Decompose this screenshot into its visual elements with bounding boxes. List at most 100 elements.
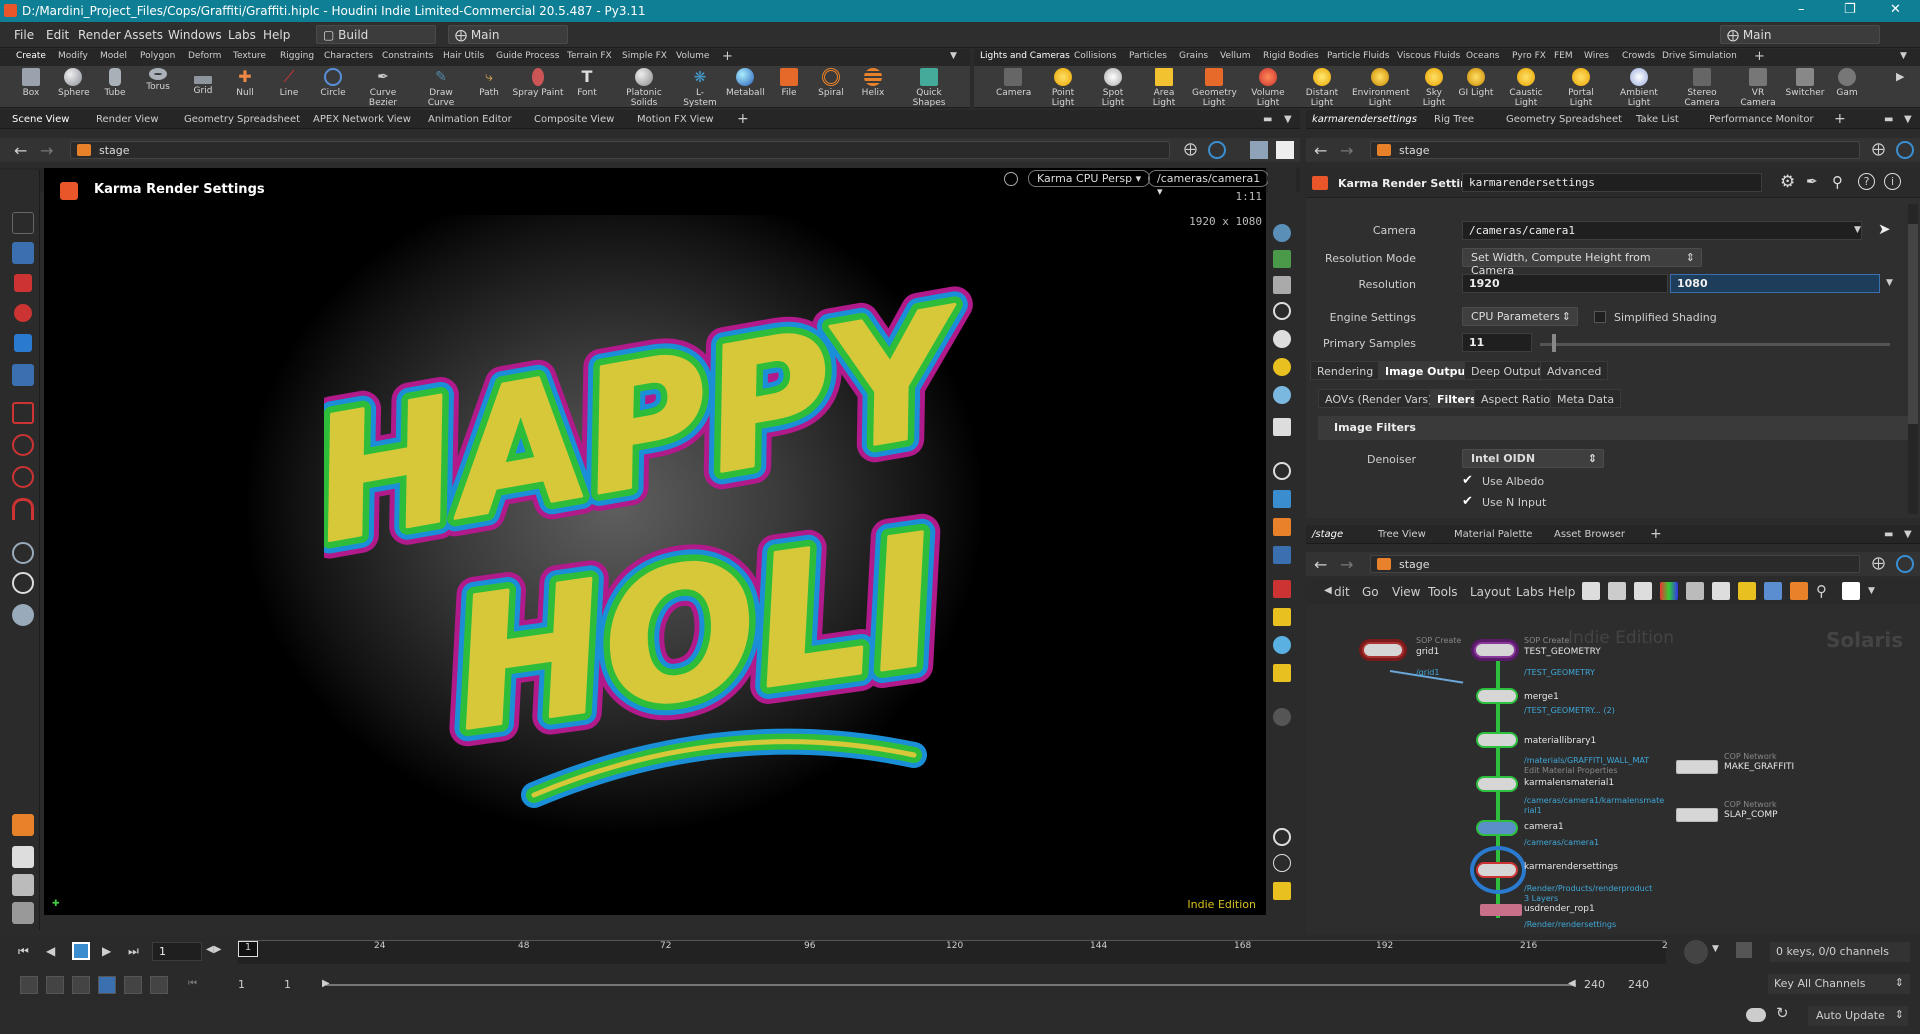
snap-range-icon[interactable] — [20, 976, 38, 994]
platonic-solids-tool[interactable]: Platonic Solids — [612, 68, 676, 108]
network-menu-labs[interactable]: Labs — [1516, 585, 1544, 599]
select-tool-icon[interactable] — [12, 212, 34, 234]
rotate-tool-icon[interactable] — [14, 304, 32, 322]
current-frame-field[interactable]: 1 — [152, 942, 202, 961]
scale-tool-icon[interactable] — [14, 334, 32, 352]
camera-dropdown-icon[interactable]: ▼ — [1854, 225, 1861, 235]
engine-settings-dropdown[interactable]: CPU Parameters ⇕ — [1462, 307, 1578, 326]
menu-windows[interactable]: Windows — [168, 28, 222, 42]
shelf-tab[interactable]: Particle Fluids — [1327, 51, 1389, 61]
shelf-tab[interactable]: Grains — [1179, 51, 1208, 61]
close-icon[interactable]: ✕ — [1890, 2, 1901, 17]
renderer-dropdown[interactable]: Karma CPU Persp ▾ — [1028, 170, 1151, 187]
volume-light-tool[interactable]: Volume Light — [1242, 68, 1294, 108]
network-box-icon[interactable] — [1764, 582, 1782, 600]
stop-button[interactable] — [72, 942, 90, 960]
path-tool[interactable]: ⤷ Path — [476, 68, 502, 98]
camera-tool[interactable]: Camera — [996, 68, 1031, 98]
parm-gear-icon[interactable]: ⚙ — [1780, 172, 1795, 192]
node-camera1[interactable] — [1476, 820, 1518, 836]
ambient-light-tool[interactable]: Ambient Light — [1610, 68, 1668, 108]
tab-geometry-spreadsheet-right[interactable]: Geometry Spreadsheet — [1506, 114, 1622, 125]
simplified-shading-checkbox[interactable] — [1594, 311, 1606, 323]
tab-advanced[interactable]: Advanced — [1540, 361, 1609, 380]
snapshot-tool-icon[interactable] — [1273, 518, 1291, 536]
shelf-tab[interactable]: Oceans — [1466, 51, 1499, 61]
menu-edit[interactable]: Edit — [46, 28, 69, 42]
environment-light-tool[interactable]: Environment Light — [1352, 68, 1409, 108]
network-menu-scroll-icon[interactable]: ◀ — [1324, 585, 1332, 596]
camera-pick-icon[interactable]: ➤ — [1878, 220, 1891, 238]
auto-update-dropdown[interactable]: Auto Update ⇕ — [1808, 1006, 1908, 1026]
wrench-icon[interactable] — [1582, 582, 1600, 600]
sky-light-tool[interactable]: Sky Light — [1414, 68, 1454, 108]
sun-icon[interactable] — [1273, 664, 1291, 682]
magnet-tool-icon[interactable] — [12, 466, 34, 488]
tube-tool[interactable]: Tube — [102, 68, 128, 98]
shelf-tab[interactable]: Model — [100, 51, 127, 61]
shelf-tab[interactable]: Wires — [1584, 51, 1609, 61]
shelf-tab[interactable]: Create — [16, 51, 46, 61]
visibility-icon[interactable] — [1273, 462, 1291, 480]
add-shelf-tab-icon[interactable]: + — [1754, 49, 1765, 64]
shelf-menu-icon[interactable]: ▼ — [1900, 51, 1907, 61]
resolution-preset-icon[interactable]: ▼ — [1886, 278, 1893, 288]
parm-info-icon[interactable]: i — [1884, 173, 1901, 190]
node-test-geometry[interactable] — [1474, 642, 1516, 658]
primary-samples-handle[interactable] — [1552, 334, 1556, 352]
shelf-tab[interactable]: Hair Utils — [443, 51, 484, 61]
menu-assets[interactable]: Assets — [124, 28, 163, 42]
circle-tool[interactable]: Circle — [318, 68, 348, 98]
shelf-tab[interactable]: Rigid Bodies — [1263, 51, 1319, 61]
shelf-tab[interactable]: Drive Simulation — [1662, 51, 1737, 61]
tab-tree-view[interactable]: Tree View — [1378, 529, 1426, 540]
quick-shapes-tool[interactable]: Quick Shapes — [900, 68, 958, 108]
light-bulb-icon[interactable] — [1273, 358, 1291, 376]
tab-asset-browser[interactable]: Asset Browser — [1554, 529, 1625, 540]
add-pane-tab-icon[interactable]: + — [1650, 526, 1662, 542]
color-palette-icon[interactable] — [1660, 582, 1678, 600]
node-karmalensmaterial1[interactable] — [1476, 776, 1518, 792]
sphere-view-icon[interactable] — [1273, 708, 1291, 726]
tab-render-view[interactable]: Render View — [96, 114, 159, 125]
right-layout-dropdown[interactable]: ⨁ Main — [1720, 25, 1880, 44]
switcher-tool[interactable]: Switcher — [1784, 68, 1826, 98]
pane-maximize-icon[interactable]: ▬ — [1884, 114, 1893, 125]
minimize-icon[interactable]: – — [1798, 2, 1805, 17]
parm-search-icon[interactable]: ⚲ — [1832, 173, 1843, 191]
torus-tool[interactable]: Torus — [144, 68, 172, 92]
audio-icon[interactable] — [46, 976, 64, 994]
back-arrow-icon[interactable]: ← — [14, 141, 27, 160]
tab-apex-network-view[interactable]: APEX Network View — [313, 114, 411, 125]
spot-light-tool[interactable]: Spot Light — [1092, 68, 1134, 108]
menu-file[interactable]: File — [14, 28, 34, 42]
shelf-tab[interactable]: Guide Process — [496, 51, 559, 61]
gi-light-tool[interactable]: GI Light — [1458, 68, 1494, 98]
range-start-field[interactable]: 1 — [238, 978, 245, 991]
network-menu-edit[interactable]: dit — [1334, 585, 1350, 599]
node-name-field[interactable]: karmarendersettings — [1462, 173, 1762, 192]
camera-field[interactable]: /cameras/camera1 — [1462, 221, 1862, 240]
node-karmarendersettings[interactable] — [1476, 862, 1518, 878]
node-merge1[interactable] — [1476, 688, 1518, 704]
line-tool[interactable]: ⟋ Line — [276, 68, 302, 99]
cube-view-icon[interactable] — [1250, 141, 1268, 159]
display-options-icon[interactable] — [1273, 224, 1291, 242]
close-view-icon[interactable] — [1273, 302, 1291, 320]
shelf-tab[interactable]: Viscous Fluids — [1397, 51, 1460, 61]
realtime-icon[interactable] — [98, 976, 116, 994]
paint-tool-icon[interactable] — [12, 846, 34, 868]
shelf-tab[interactable]: Texture — [233, 51, 266, 61]
node-grid1[interactable] — [1362, 642, 1404, 658]
shelf-tab[interactable]: Lights and Cameras — [980, 51, 1070, 61]
network-search-icon[interactable]: ⚲ — [1816, 582, 1827, 600]
key-menu-icon[interactable]: ▼ — [1712, 944, 1719, 954]
tab-deep-output[interactable]: Deep Output — [1464, 361, 1549, 380]
step-back-icon[interactable]: ◀ — [46, 944, 55, 958]
forward-arrow-icon[interactable]: → — [1340, 141, 1353, 160]
sticky-note-icon[interactable] — [1738, 582, 1756, 600]
shelf-tab[interactable]: Collisions — [1074, 51, 1116, 61]
camera-view-icon[interactable] — [12, 604, 34, 626]
crop-icon[interactable] — [1273, 608, 1291, 626]
list-icon[interactable] — [1634, 582, 1652, 600]
